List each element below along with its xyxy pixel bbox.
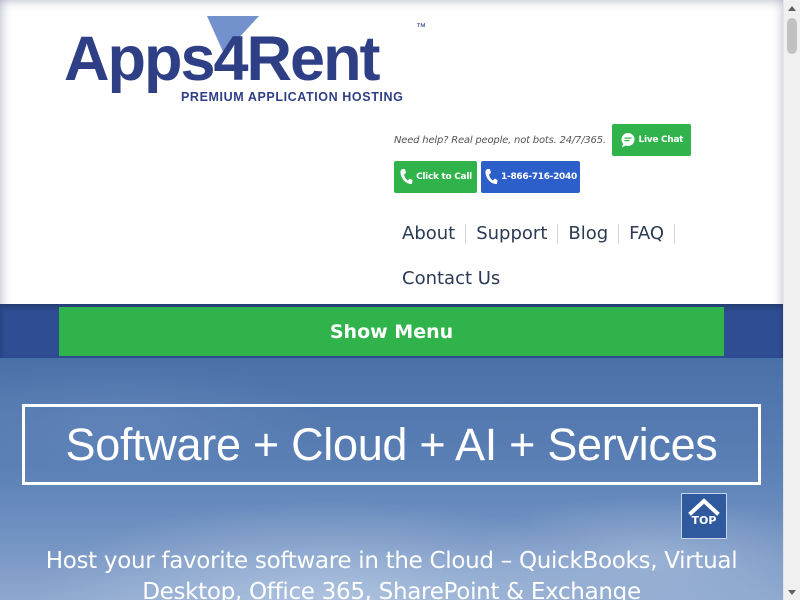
live-chat-label: Live Chat — [638, 135, 684, 145]
phone-icon — [399, 168, 413, 186]
logo-trademark: ™ — [416, 22, 426, 33]
click-to-call-label: Click to Call — [416, 172, 472, 182]
phone-icon — [484, 168, 498, 186]
live-chat-button[interactable]: Live Chat — [611, 124, 691, 156]
nav-item-faq[interactable]: FAQ — [619, 224, 676, 244]
nav-item-contact-us[interactable]: Contact Us — [392, 269, 510, 289]
phone-number-label: 1-866-716-2040 — [501, 172, 577, 182]
nav-row: About Support Blog FAQ — [392, 216, 692, 252]
logo-tagline: PREMIUM APPLICATION HOSTING — [181, 90, 404, 104]
show-menu-button[interactable]: Show Menu — [59, 307, 724, 356]
chat-bubble-icon — [620, 132, 636, 148]
scrollbar-thumb[interactable] — [787, 18, 797, 54]
hero-title: Software + Cloud + AI + Services — [65, 418, 718, 470]
logo-wordmark: Apps4Rent — [64, 24, 381, 94]
help-row: Need help? Real people, not bots. 24/7/3… — [394, 124, 691, 156]
phone-number-button[interactable]: 1-866-716-2040 — [481, 161, 580, 193]
scroll-down-arrow-icon[interactable] — [784, 584, 800, 600]
vertical-scrollbar[interactable] — [783, 0, 800, 600]
nav-row: Contact Us — [392, 261, 692, 297]
help-text: Need help? Real people, not bots. 24/7/3… — [394, 134, 606, 146]
nav-item-support[interactable]: Support — [466, 224, 559, 244]
top-nav: About Support Blog FAQ Contact Us — [392, 216, 692, 297]
browser-viewport: Apps4Rent ™ PREMIUM APPLICATION HOSTING … — [0, 0, 783, 600]
back-to-top-label: TOP — [691, 514, 717, 527]
nav-item-blog[interactable]: Blog — [558, 224, 620, 244]
back-to-top-button[interactable]: TOP — [681, 493, 727, 539]
hero-title-box: Software + Cloud + AI + Services — [22, 404, 761, 485]
hero-subtitle: Host your favorite software in the Cloud… — [45, 548, 738, 600]
menu-band: Show Menu — [0, 304, 783, 358]
hero-section: Software + Cloud + AI + Services TOP Hos… — [0, 358, 783, 600]
click-to-call-button[interactable]: Click to Call — [394, 161, 477, 193]
scroll-up-arrow-icon[interactable] — [784, 0, 800, 16]
nav-item-about[interactable]: About — [392, 224, 467, 244]
apps4rent-logo[interactable]: Apps4Rent ™ PREMIUM APPLICATION HOSTING — [64, 14, 434, 109]
call-row: Click to Call 1-866-716-2040 — [394, 161, 580, 193]
